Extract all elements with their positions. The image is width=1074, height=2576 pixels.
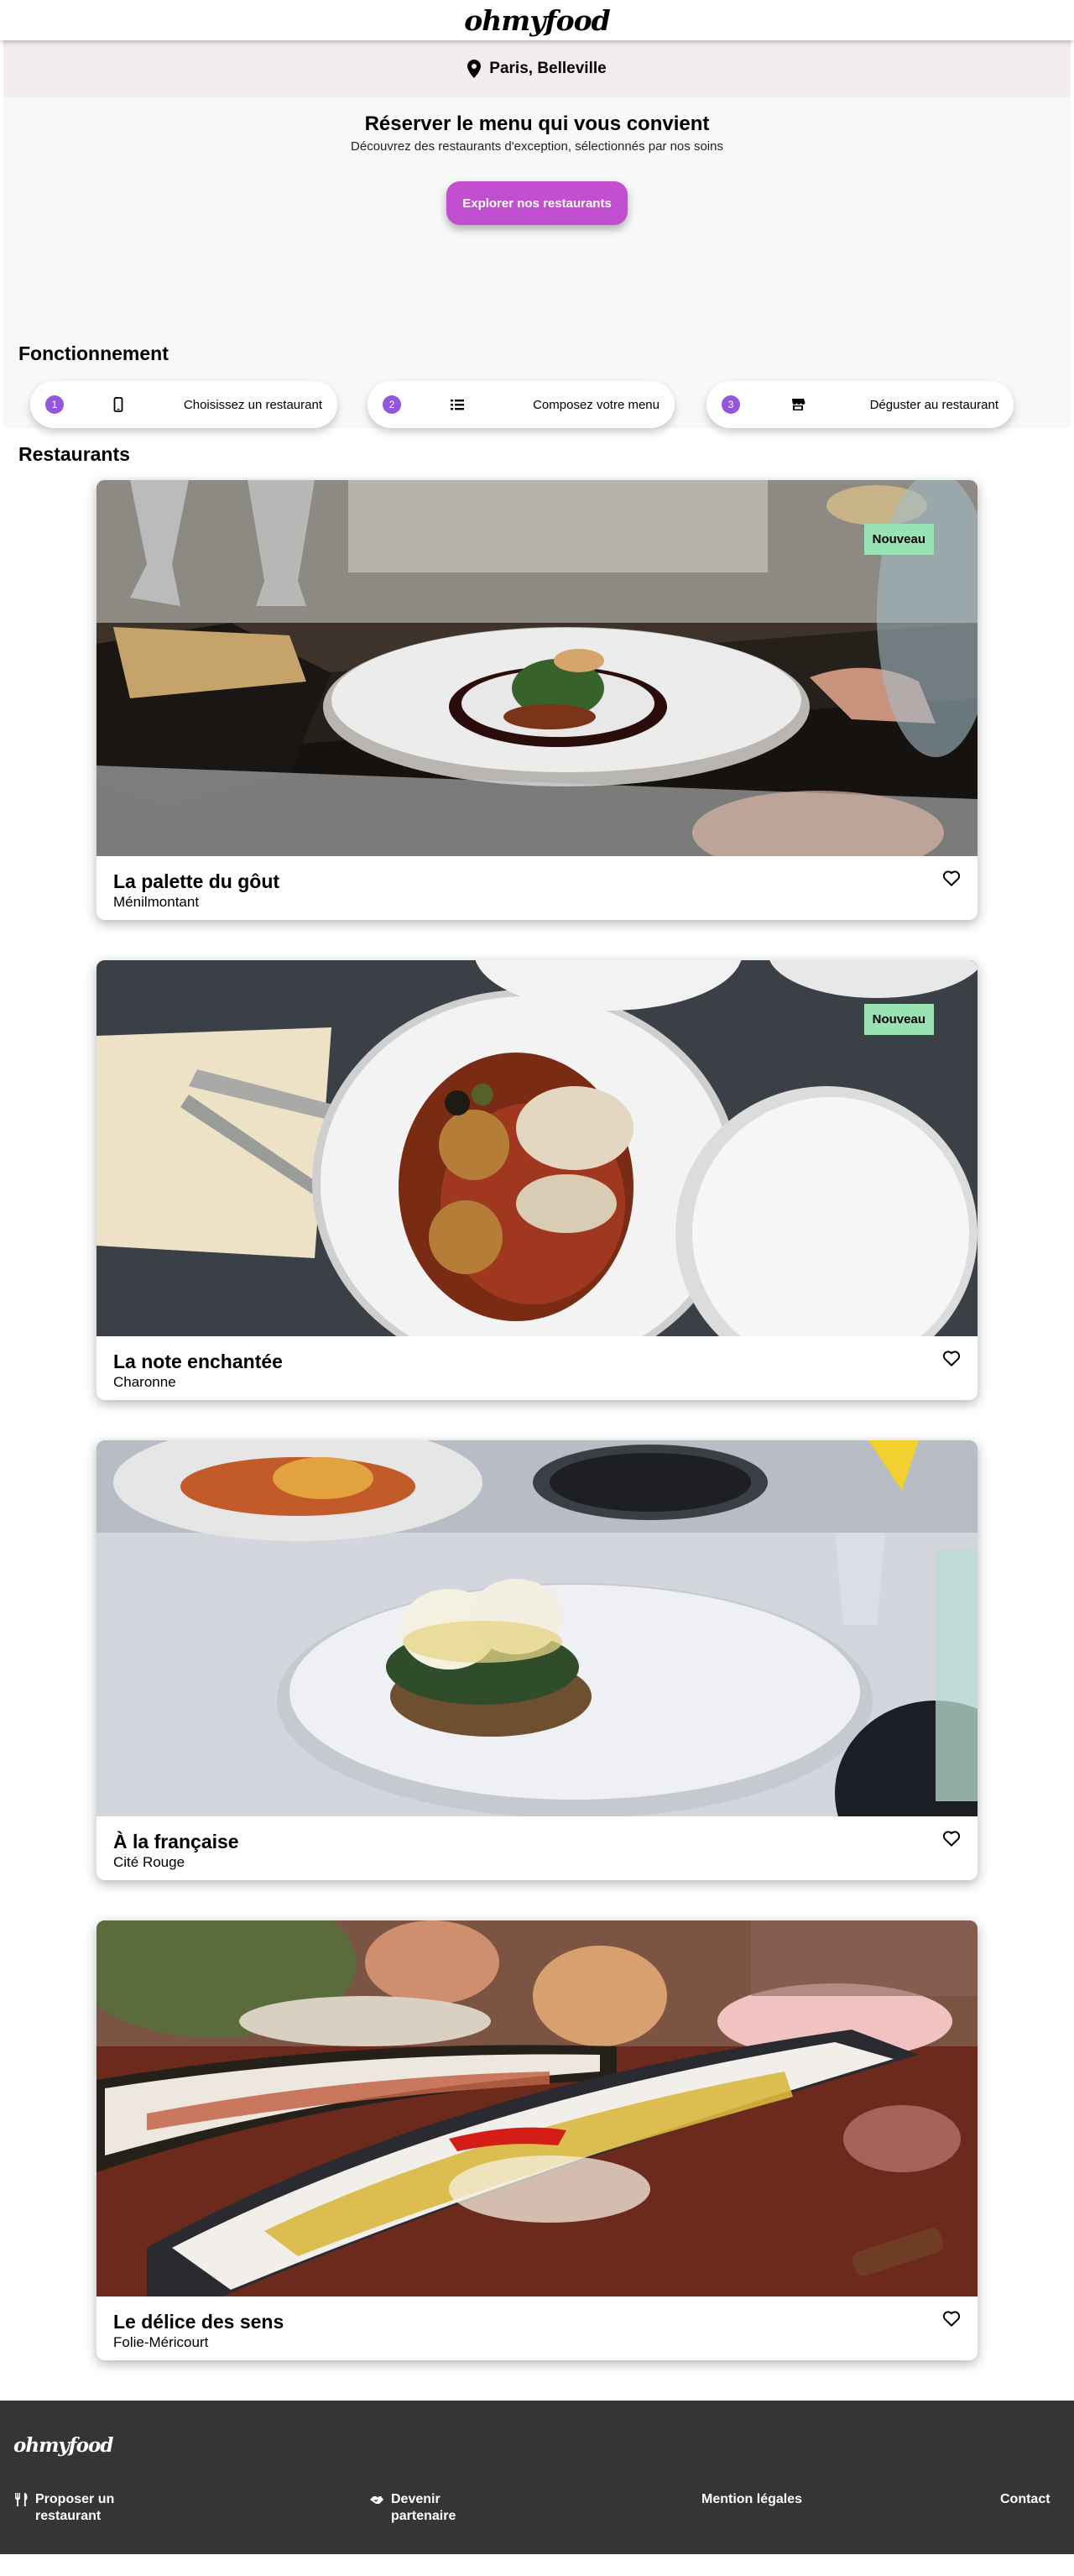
handshake-icon — [370, 2496, 383, 2504]
hero-section: Réserver le menu qui vous convient Décou… — [3, 97, 1071, 334]
step-choose-restaurant[interactable]: 1 Choisissez un restaurant — [30, 381, 337, 428]
hero-title: Réserver le menu qui vous convient — [364, 112, 710, 135]
location-label: Paris, Belleville — [489, 60, 607, 77]
heart-icon[interactable] — [942, 1350, 961, 1366]
step-number: 1 — [45, 395, 64, 414]
restaurant-photo: Nouveau — [96, 480, 978, 856]
restaurants-title: Restaurants — [18, 443, 130, 465]
footer-link-label: Mention légales — [701, 2492, 803, 2506]
restaurant-info: Le délice des sens Folie-Méricourt — [96, 2296, 978, 2360]
step-compose-menu[interactable]: 2 Composez votre menu — [368, 381, 675, 428]
restaurant-photo — [96, 1440, 978, 1816]
restaurant-name: Le délice des sens — [113, 2311, 284, 2333]
propose-restaurant-link[interactable]: Proposer un restaurant — [13, 2491, 181, 2525]
step-eat-restaurant[interactable]: 3 Déguster au restaurant — [706, 381, 1014, 428]
list-icon — [451, 400, 464, 410]
step-number: 3 — [722, 395, 740, 414]
become-partner-link[interactable]: Devenir partenaire — [369, 2491, 478, 2525]
footer-link-label: Contact — [1000, 2492, 1051, 2506]
how-it-works-title: Fonctionnement — [18, 342, 169, 364]
site-header: ohmyfood — [0, 0, 1074, 40]
heart-icon[interactable] — [942, 2310, 961, 2327]
new-badge: Nouveau — [863, 1004, 934, 1035]
footer-link-label: Proposer un restaurant — [35, 2492, 115, 2523]
restaurant-card[interactable]: Nouveau La note enchantée Charonne — [96, 960, 978, 1400]
restaurant-name: À la française — [113, 1831, 239, 1852]
footer-link-label: Devenir partenaire — [391, 2492, 456, 2523]
new-badge: Nouveau — [863, 524, 934, 555]
hero-subtitle: Découvrez des restaurants d'exception, s… — [351, 139, 723, 154]
heart-icon[interactable] — [942, 1830, 961, 1847]
restaurant-photo — [96, 1920, 978, 2296]
step-label: Choisissez un restaurant — [183, 397, 322, 412]
explore-restaurants-button[interactable]: Explorer nos restaurants — [446, 181, 628, 225]
steps-list: 1 Choisissez un restaurant 2 Composez vo… — [3, 381, 1071, 428]
restaurant-card[interactable]: À la française Cité Rouge — [96, 1440, 978, 1880]
restaurant-area: Ménilmontant — [113, 894, 200, 910]
map-pin-icon — [467, 60, 482, 78]
restaurant-name: La palette du gôut — [113, 870, 280, 892]
restaurant-name: La note enchantée — [113, 1351, 283, 1372]
store-icon — [792, 399, 806, 410]
restaurant-info: La note enchantée Charonne — [96, 1336, 978, 1400]
step-label: Déguster au restaurant — [869, 397, 998, 412]
restaurant-area: Cité Rouge — [113, 1854, 185, 1870]
utensils-icon — [15, 2493, 28, 2506]
step-number: 2 — [383, 395, 401, 414]
contact-link[interactable]: Contact — [1000, 2491, 1051, 2508]
how-it-works-section: Fonctionnement 1 Choisissez un restauran… — [3, 334, 1071, 428]
restaurant-card[interactable]: Nouveau La palette du gôut Ménilmontant — [96, 480, 978, 920]
legal-notice-link[interactable]: Mention légales — [701, 2491, 802, 2508]
site-logo[interactable]: ohmyfood — [464, 4, 610, 37]
heart-icon[interactable] — [942, 870, 961, 886]
location-bar[interactable]: Paris, Belleville — [3, 40, 1071, 97]
restaurant-card[interactable]: Le délice des sens Folie-Méricourt — [96, 1920, 978, 2360]
step-label: Composez votre menu — [533, 397, 660, 412]
site-footer: ohmyfood Proposer un restaurant Devenir … — [0, 2401, 1074, 2554]
restaurant-info: À la française Cité Rouge — [96, 1816, 978, 1880]
restaurant-info: La palette du gôut Ménilmontant — [96, 856, 978, 920]
restaurant-area: Folie-Méricourt — [113, 2334, 209, 2350]
restaurant-area: Charonne — [113, 1374, 176, 1390]
restaurant-photo: Nouveau — [96, 960, 978, 1336]
footer-logo[interactable]: ohmyfood — [13, 2434, 113, 2457]
mobile-phone-icon — [113, 397, 123, 412]
